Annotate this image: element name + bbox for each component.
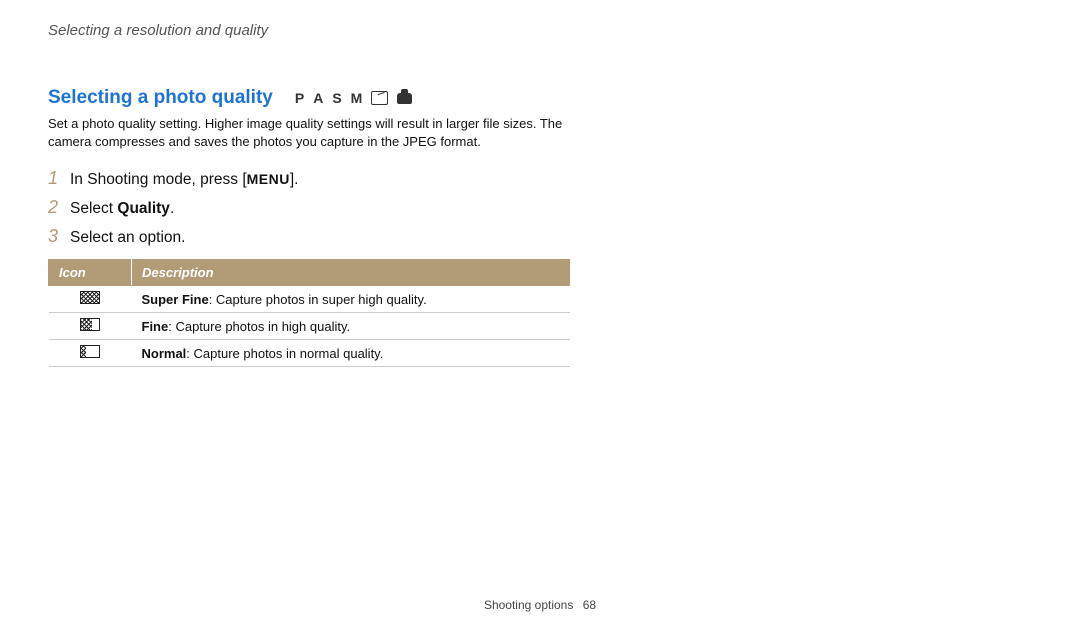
step-text: Select Quality. xyxy=(70,200,174,218)
quality-table: Icon Description Super Fine: Capture pho… xyxy=(48,259,570,367)
footer-page-number: 68 xyxy=(583,598,596,612)
table-row: Fine: Capture photos in high quality. xyxy=(49,313,570,340)
quality-desc: : Capture photos in super high quality. xyxy=(209,292,427,307)
footer-section: Shooting options xyxy=(484,598,573,612)
quality-desc: : Capture photos in normal quality. xyxy=(186,346,383,361)
mode-a: A xyxy=(313,90,323,106)
breadcrumb: Selecting a resolution and quality xyxy=(48,22,1032,39)
quality-superfine-icon xyxy=(80,291,100,304)
quality-icon-cell xyxy=(49,286,132,313)
step-1: 1 In Shooting mode, press [MENU]. xyxy=(48,168,608,189)
mode-icons: P A S M xyxy=(295,90,412,106)
quality-name: Normal xyxy=(142,346,187,361)
menu-button-label: MENU xyxy=(247,171,290,187)
page-footer: Shooting options 68 xyxy=(0,598,1080,612)
mode-scene-icon xyxy=(371,91,388,105)
quality-name: Super Fine xyxy=(142,292,209,307)
quality-desc-cell: Super Fine: Capture photos in super high… xyxy=(132,286,570,313)
step-text-post: . xyxy=(170,200,174,217)
step-text-pre: Select an option. xyxy=(70,229,185,246)
step-text-pre: Select xyxy=(70,200,117,217)
table-row: Normal: Capture photos in normal quality… xyxy=(49,340,570,367)
quality-desc-cell: Normal: Capture photos in normal quality… xyxy=(132,340,570,367)
quality-fine-icon xyxy=(80,318,100,331)
quality-icon-cell xyxy=(49,340,132,367)
step-number: 2 xyxy=(48,197,70,218)
quality-name: Fine xyxy=(142,319,169,334)
table-header-row: Icon Description xyxy=(49,260,570,286)
table-header-desc: Description xyxy=(132,260,570,286)
table-row: Super Fine: Capture photos in super high… xyxy=(49,286,570,313)
steps-list: 1 In Shooting mode, press [MENU]. 2 Sele… xyxy=(48,168,608,247)
step-text: Select an option. xyxy=(70,229,185,247)
step-number: 3 xyxy=(48,226,70,247)
quality-normal-icon xyxy=(80,345,100,358)
step-2: 2 Select Quality. xyxy=(48,197,608,218)
mode-s: S xyxy=(332,90,341,106)
mode-m: M xyxy=(351,90,363,106)
content-column: Selecting a photo quality P A S M Set a … xyxy=(48,87,608,367)
section-heading: Selecting a photo quality xyxy=(48,87,273,109)
page: Selecting a resolution and quality Selec… xyxy=(0,0,1080,630)
mode-p: P xyxy=(295,90,304,106)
step-text-post: ]. xyxy=(290,171,299,188)
step-3: 3 Select an option. xyxy=(48,226,608,247)
section-title: Selecting a photo quality P A S M xyxy=(48,87,608,109)
step-text-pre: In Shooting mode, press [ xyxy=(70,171,247,188)
step-text-bold: Quality xyxy=(117,200,170,217)
quality-desc-cell: Fine: Capture photos in high quality. xyxy=(132,313,570,340)
step-text: In Shooting mode, press [MENU]. xyxy=(70,171,299,189)
section-intro: Set a photo quality setting. Higher imag… xyxy=(48,115,608,150)
quality-icon-cell xyxy=(49,313,132,340)
table-header-icon: Icon xyxy=(49,260,132,286)
mode-camera-icon xyxy=(397,93,412,104)
step-number: 1 xyxy=(48,168,70,189)
quality-desc: : Capture photos in high quality. xyxy=(168,319,350,334)
